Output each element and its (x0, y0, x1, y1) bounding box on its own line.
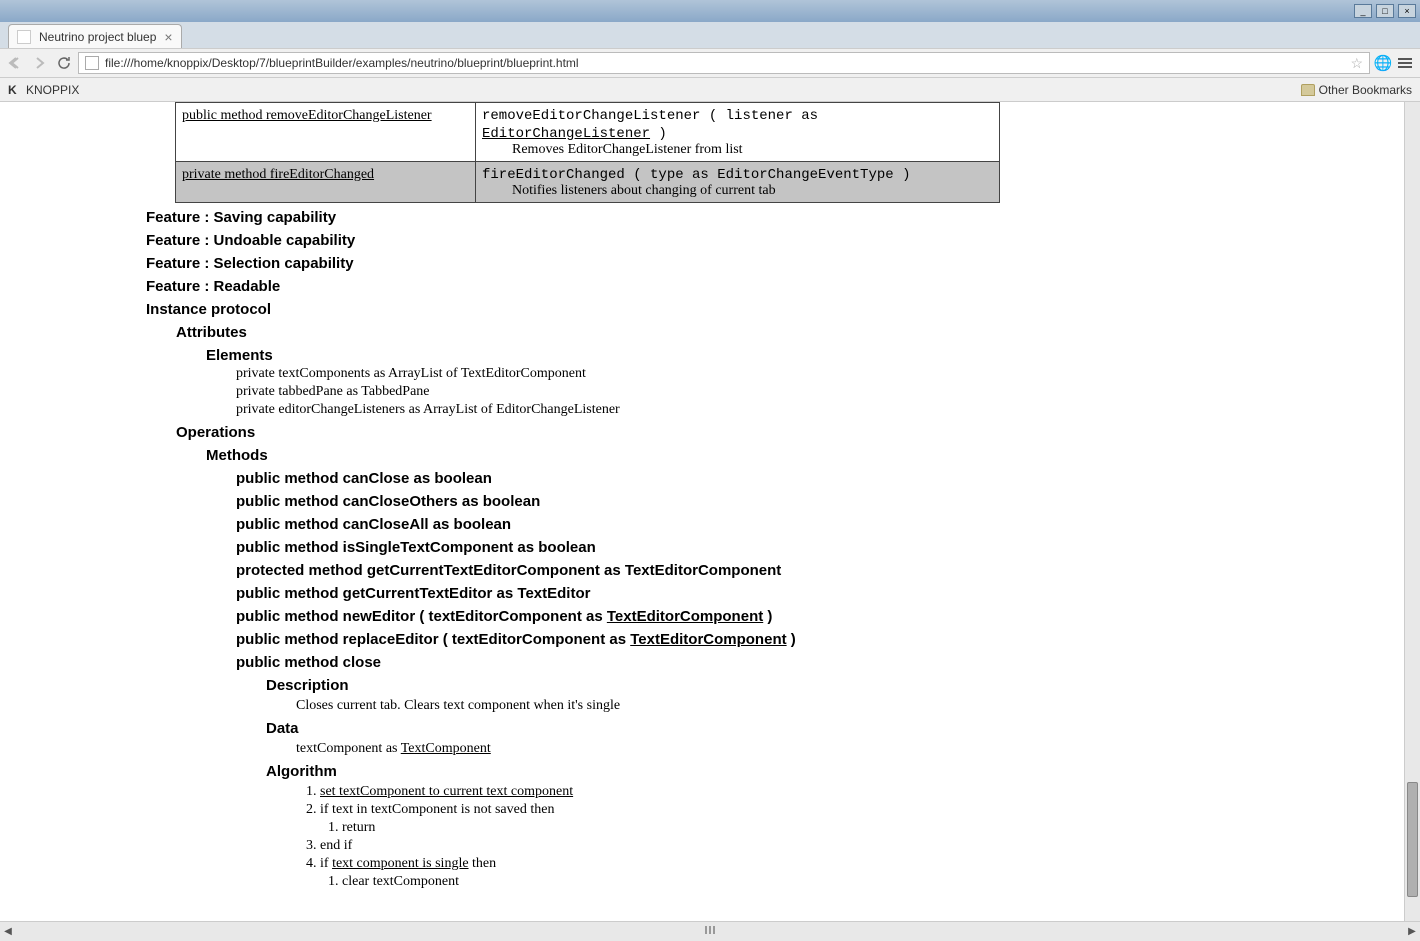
tab-strip: Neutrino project bluep × (0, 22, 1420, 48)
methods-table: public method removeEditorChangeListener… (175, 102, 1000, 203)
methods-heading: Methods (206, 447, 1410, 464)
reload-button[interactable] (54, 53, 74, 73)
table-row: private method fireEditorChanged fireEdi… (176, 162, 1000, 203)
algo-substep: return (342, 820, 1410, 836)
method-link[interactable]: public method removeEditorChangeListener (182, 108, 432, 123)
instance-protocol-heading: Instance protocol (146, 301, 1410, 318)
description-heading: Description (266, 677, 1410, 694)
resize-grip-icon (695, 925, 725, 935)
method-item: public method replaceEditor ( textEditor… (236, 631, 1410, 648)
back-icon (8, 56, 24, 70)
tab-title: Neutrino project bluep (39, 30, 156, 44)
url-bar[interactable]: ☆ (78, 52, 1370, 74)
algorithm-list: set textComponent to current text compon… (320, 784, 1410, 890)
type-link[interactable]: TextEditorComponent (607, 608, 763, 625)
other-bookmarks-label: Other Bookmarks (1319, 83, 1412, 97)
minimize-button[interactable]: _ (1354, 4, 1372, 18)
algo-step: set textComponent to current text compon… (320, 784, 1410, 800)
algo-step: if text component is single then (320, 856, 1410, 872)
bookmark-star-icon[interactable]: ☆ (1350, 55, 1363, 72)
file-icon (85, 56, 99, 70)
algo-step: if text in textComponent is not saved th… (320, 802, 1410, 818)
method-signature: fireEditorChanged ( type as EditorChange… (482, 167, 910, 183)
operations-heading: Operations (176, 424, 1410, 441)
algorithm-heading: Algorithm (266, 763, 1410, 780)
method-item: public method canCloseOthers as boolean (236, 493, 1410, 510)
method-item: public method getCurrentTextEditor as Te… (236, 585, 1410, 602)
feature-heading: Feature : Undoable capability (146, 232, 1410, 249)
attributes-heading: Attributes (176, 324, 1410, 341)
browser-tab[interactable]: Neutrino project bluep × (8, 24, 182, 48)
content-viewport[interactable]: public method removeEditorChangeListener… (0, 102, 1420, 921)
maximize-button[interactable]: □ (1376, 4, 1394, 18)
method-description: Removes EditorChangeListener from list (482, 142, 993, 158)
elements-heading: Elements (206, 347, 1410, 364)
method-link[interactable]: private method fireEditorChanged (182, 167, 374, 182)
close-window-button[interactable]: × (1398, 4, 1416, 18)
vertical-scrollbar[interactable] (1404, 102, 1420, 921)
data-heading: Data (266, 720, 1410, 737)
scrollbar-thumb[interactable] (1407, 782, 1418, 897)
forward-button[interactable] (30, 53, 50, 73)
method-description: Notifies listeners about changing of cur… (482, 183, 993, 199)
folder-icon (1301, 84, 1315, 96)
method-item: public method canClose as boolean (236, 470, 1410, 487)
data-text: textComponent as TextComponent (296, 741, 1410, 757)
window-titlebar: _ □ × (0, 0, 1420, 22)
globe-icon[interactable]: 🌐 (1374, 54, 1392, 72)
bookmarks-bar: K KNOPPIX Other Bookmarks (0, 78, 1420, 102)
feature-heading: Feature : Selection capability (146, 255, 1410, 272)
algo-link[interactable]: set textComponent to current text compon… (320, 784, 573, 799)
algo-link[interactable]: text component is single (332, 856, 468, 871)
element-item: private tabbedPane as TabbedPane (236, 384, 1410, 400)
method-item: public method isSingleTextComponent as b… (236, 539, 1410, 556)
browser-toolbar: ☆ 🌐 (0, 48, 1420, 78)
other-bookmarks[interactable]: Other Bookmarks (1301, 83, 1412, 97)
description-text: Closes current tab. Clears text componen… (296, 698, 1410, 714)
type-link[interactable]: EditorChangeListener (482, 126, 650, 142)
type-link[interactable]: TextComponent (401, 741, 491, 756)
scroll-left-icon[interactable]: ◀ (0, 924, 16, 940)
forward-icon (33, 56, 47, 70)
algo-substep: clear textComponent (342, 874, 1410, 890)
favicon-icon (17, 30, 31, 44)
document-content: public method removeEditorChangeListener… (0, 102, 1420, 912)
table-row: public method removeEditorChangeListener… (176, 103, 1000, 162)
method-item: public method newEditor ( textEditorComp… (236, 608, 1410, 625)
method-signature: removeEditorChangeListener ( listener as… (482, 108, 818, 142)
horizontal-scrollbar[interactable]: ◀ ▶ (0, 921, 1420, 941)
feature-heading: Feature : Readable (146, 278, 1410, 295)
bookmark-label: KNOPPIX (26, 83, 79, 97)
reload-icon (56, 55, 72, 71)
back-button[interactable] (6, 53, 26, 73)
url-input[interactable] (105, 56, 1344, 70)
hamburger-menu-icon[interactable] (1396, 55, 1414, 71)
algo-step: end if (320, 838, 1410, 854)
scroll-track[interactable] (16, 925, 1404, 939)
method-item: protected method getCurrentTextEditorCom… (236, 562, 1410, 579)
type-link[interactable]: TextEditorComponent (630, 631, 786, 648)
scroll-right-icon[interactable]: ▶ (1404, 924, 1420, 940)
method-item: public method canCloseAll as boolean (236, 516, 1410, 533)
element-item: private editorChangeListeners as ArrayLi… (236, 402, 1410, 418)
tab-close-icon[interactable]: × (164, 29, 172, 45)
knoppix-icon: K (8, 83, 22, 97)
method-item: public method close (236, 654, 1410, 671)
element-item: private textComponents as ArrayList of T… (236, 366, 1410, 382)
bookmark-knoppix[interactable]: K KNOPPIX (8, 83, 79, 97)
feature-heading: Feature : Saving capability (146, 209, 1410, 226)
